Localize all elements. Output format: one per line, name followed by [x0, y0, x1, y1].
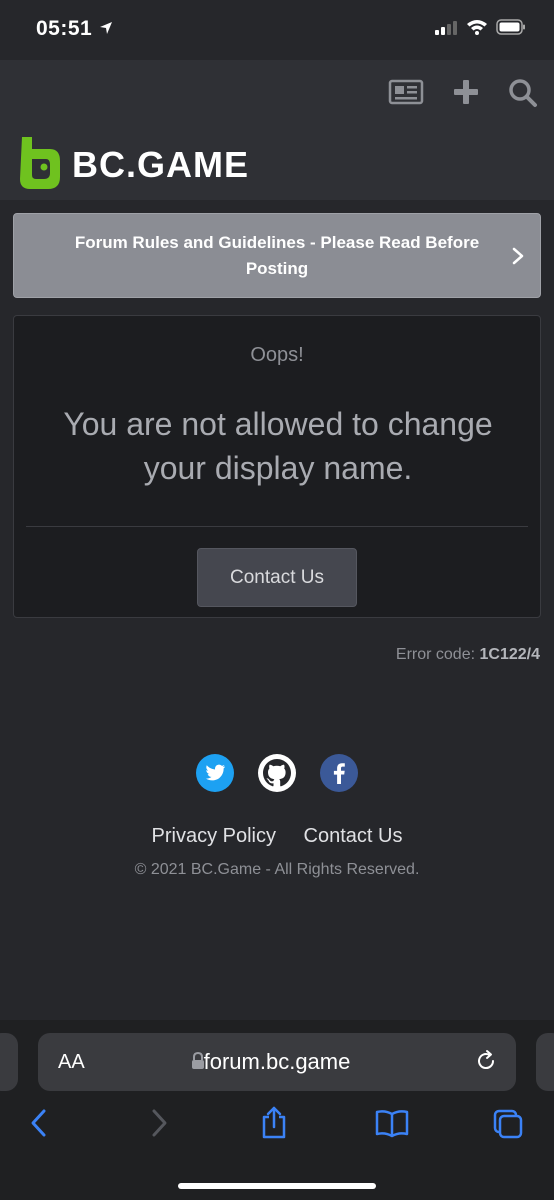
status-indicators	[434, 19, 526, 40]
error-message: You are not allowed to change your displ…	[63, 406, 493, 486]
error-code: Error code: 1C122/4	[396, 646, 540, 664]
error-card: Oops! You are not allowed to change your…	[13, 315, 541, 618]
home-indicator[interactable]	[178, 1183, 376, 1189]
plus-icon[interactable]	[452, 78, 480, 111]
tabs-icon[interactable]	[492, 1108, 524, 1145]
signal-icon	[434, 19, 458, 40]
status-bar: 05:51	[0, 0, 554, 60]
bc-game-logo-icon[interactable]	[18, 135, 62, 196]
privacy-policy-link[interactable]: Privacy Policy	[152, 825, 276, 847]
forum-header	[0, 60, 554, 128]
url-text: forum.bc.game	[203, 1049, 351, 1074]
status-time: 05:51	[36, 17, 93, 40]
forward-icon[interactable]	[148, 1108, 170, 1143]
share-icon[interactable]	[259, 1106, 289, 1145]
facebook-icon[interactable]	[320, 754, 358, 797]
logo-text[interactable]: BC.GAME	[72, 144, 249, 186]
contact-us-button[interactable]: Contact Us	[197, 548, 357, 607]
footer-contact-us-link[interactable]: Contact Us	[304, 825, 403, 847]
reload-icon[interactable]	[474, 1049, 498, 1078]
battery-icon	[496, 19, 526, 40]
back-icon[interactable]	[28, 1108, 50, 1143]
error-heading: Oops!	[250, 344, 304, 366]
error-code-value: 1C122/4	[479, 646, 541, 663]
divider	[26, 526, 528, 527]
search-icon[interactable]	[508, 78, 538, 113]
github-icon[interactable]	[258, 754, 296, 797]
error-code-label: Error code:	[395, 646, 476, 663]
twitter-icon[interactable]	[196, 754, 234, 797]
bookmarks-icon[interactable]	[374, 1108, 410, 1143]
next-tab-preview[interactable]	[536, 1033, 554, 1091]
previous-tab-preview[interactable]	[0, 1033, 18, 1091]
chevron-right-icon	[512, 247, 524, 270]
address-bar[interactable]: AA forum.bc.game	[38, 1033, 516, 1091]
location-arrow-icon	[98, 20, 114, 41]
forum-rules-banner[interactable]: Forum Rules and Guidelines - Please Read…	[13, 213, 541, 298]
logo-row: BC.GAME	[0, 128, 554, 200]
footer-links: Privacy Policy Contact Us	[0, 825, 554, 848]
safari-bottom-bar: AA forum.bc.game	[0, 1020, 554, 1200]
news-icon[interactable]	[388, 78, 424, 111]
copyright: © 2021 BC.Game - All Rights Reserved.	[134, 861, 420, 878]
wifi-icon	[466, 19, 488, 40]
banner-text: Forum Rules and Guidelines - Please Read…	[74, 232, 480, 278]
